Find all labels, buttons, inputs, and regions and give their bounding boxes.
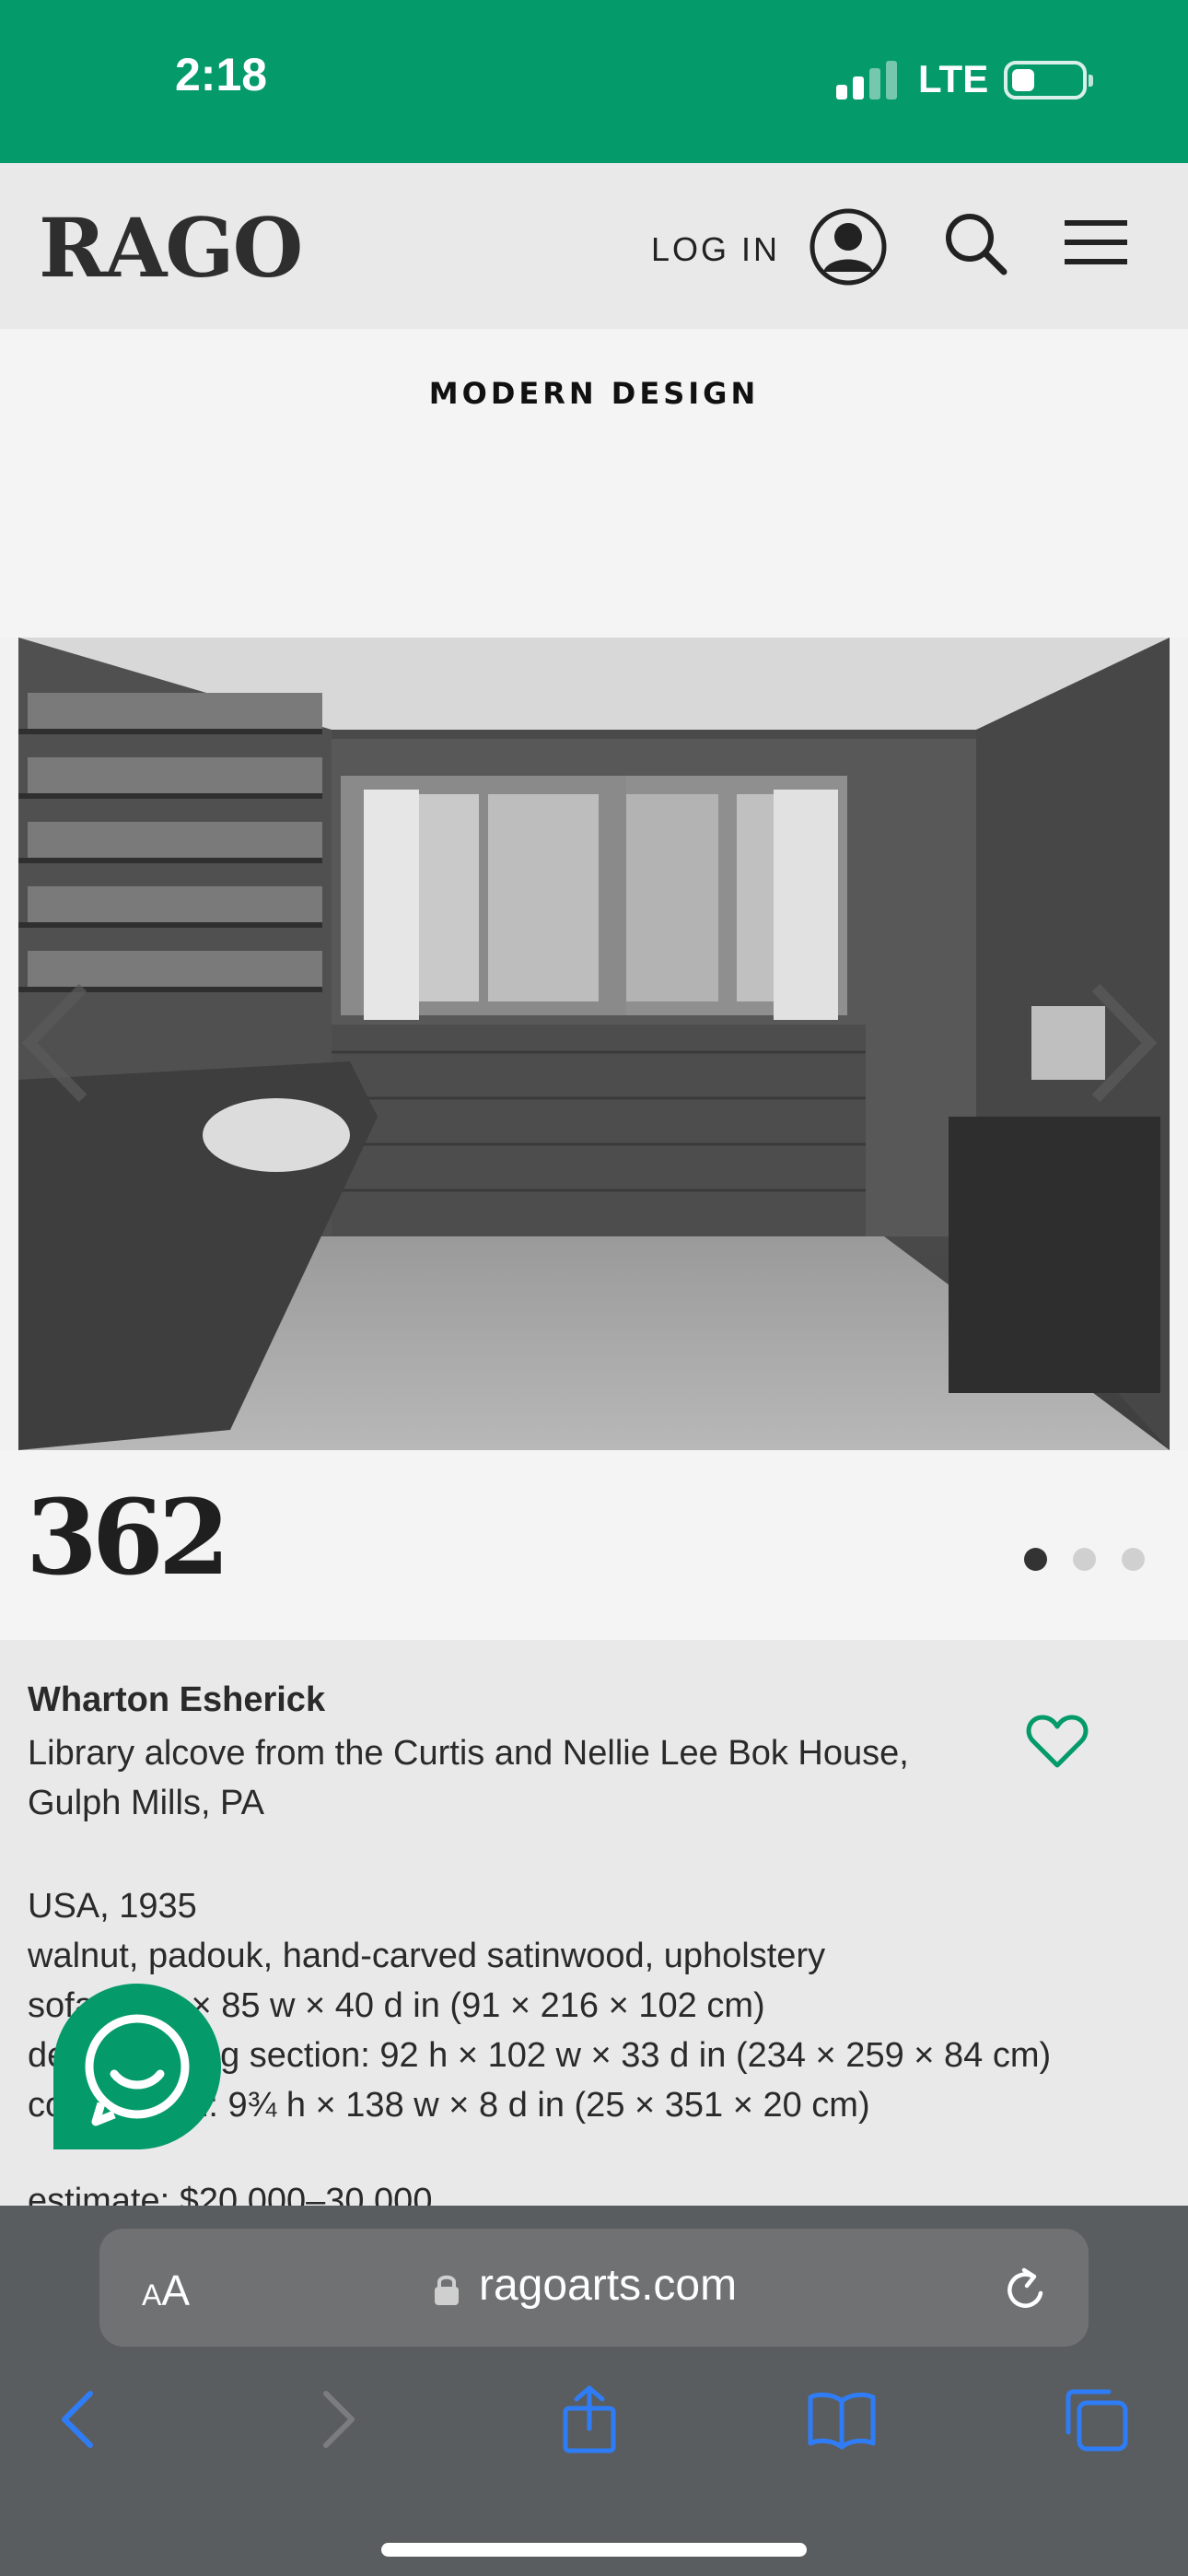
next-image-chevron-icon[interactable]	[1087, 978, 1160, 1107]
category-heading[interactable]: MODERN DESIGN	[0, 376, 1188, 411]
network-type: LTE	[918, 57, 989, 100]
menu-icon[interactable]	[1065, 218, 1127, 266]
rago-logo[interactable]: RAGO	[39, 200, 303, 296]
user-icon[interactable]	[809, 207, 888, 287]
status-bar: 2:18 LTE	[0, 0, 1188, 163]
address-bar[interactable]: AA ragoarts.com	[99, 2229, 1089, 2347]
lot-estimate: estimate: $20,000–30,000	[28, 2182, 433, 2206]
reload-icon[interactable]	[1002, 2266, 1050, 2313]
lot-number: 362	[26, 1478, 230, 1598]
login-link[interactable]: LOG IN	[651, 230, 780, 269]
gallery-pagination	[1024, 1548, 1145, 1572]
heart-icon[interactable]	[1026, 1714, 1089, 1769]
spec-materials: walnut, padouk, hand-carved satinwood, u…	[28, 1937, 826, 1975]
bookmarks-icon[interactable]	[805, 2383, 879, 2456]
artist-name: Wharton Esherick	[28, 1680, 326, 1719]
browser-toolbar: AA ragoarts.com	[0, 2206, 1188, 2576]
search-icon[interactable]	[943, 211, 1007, 275]
pagination-dot-3[interactable]	[1122, 1548, 1145, 1571]
library-alcove-photo	[0, 638, 1188, 1450]
battery-icon	[1004, 61, 1093, 100]
site-header: RAGO LOG IN	[0, 163, 1188, 329]
lock-icon	[435, 2275, 459, 2305]
status-time: 2:18	[175, 49, 268, 100]
forward-chevron-icon[interactable]	[300, 2383, 374, 2456]
signal-strength-icon	[836, 61, 897, 100]
url-text: ragoarts.com	[479, 2261, 738, 2310]
tabs-icon[interactable]	[1059, 2383, 1133, 2456]
lot-number-row: 362	[0, 1450, 1188, 1640]
back-chevron-icon[interactable]	[42, 2383, 116, 2456]
share-icon[interactable]	[553, 2383, 626, 2456]
home-indicator	[381, 2543, 807, 2557]
spec-origin: USA, 1935	[28, 1887, 197, 1926]
lot-title: Library alcove from the Curtis and Nelli…	[28, 1734, 909, 1822]
pagination-dot-1[interactable]	[1024, 1548, 1047, 1571]
reader-text-size-button[interactable]: AA	[142, 2266, 190, 2315]
lot-image[interactable]	[0, 638, 1188, 1450]
chat-bubble-icon[interactable]	[53, 1984, 221, 2149]
previous-image-chevron-icon[interactable]	[18, 978, 92, 1107]
pagination-dot-2[interactable]	[1073, 1548, 1096, 1571]
